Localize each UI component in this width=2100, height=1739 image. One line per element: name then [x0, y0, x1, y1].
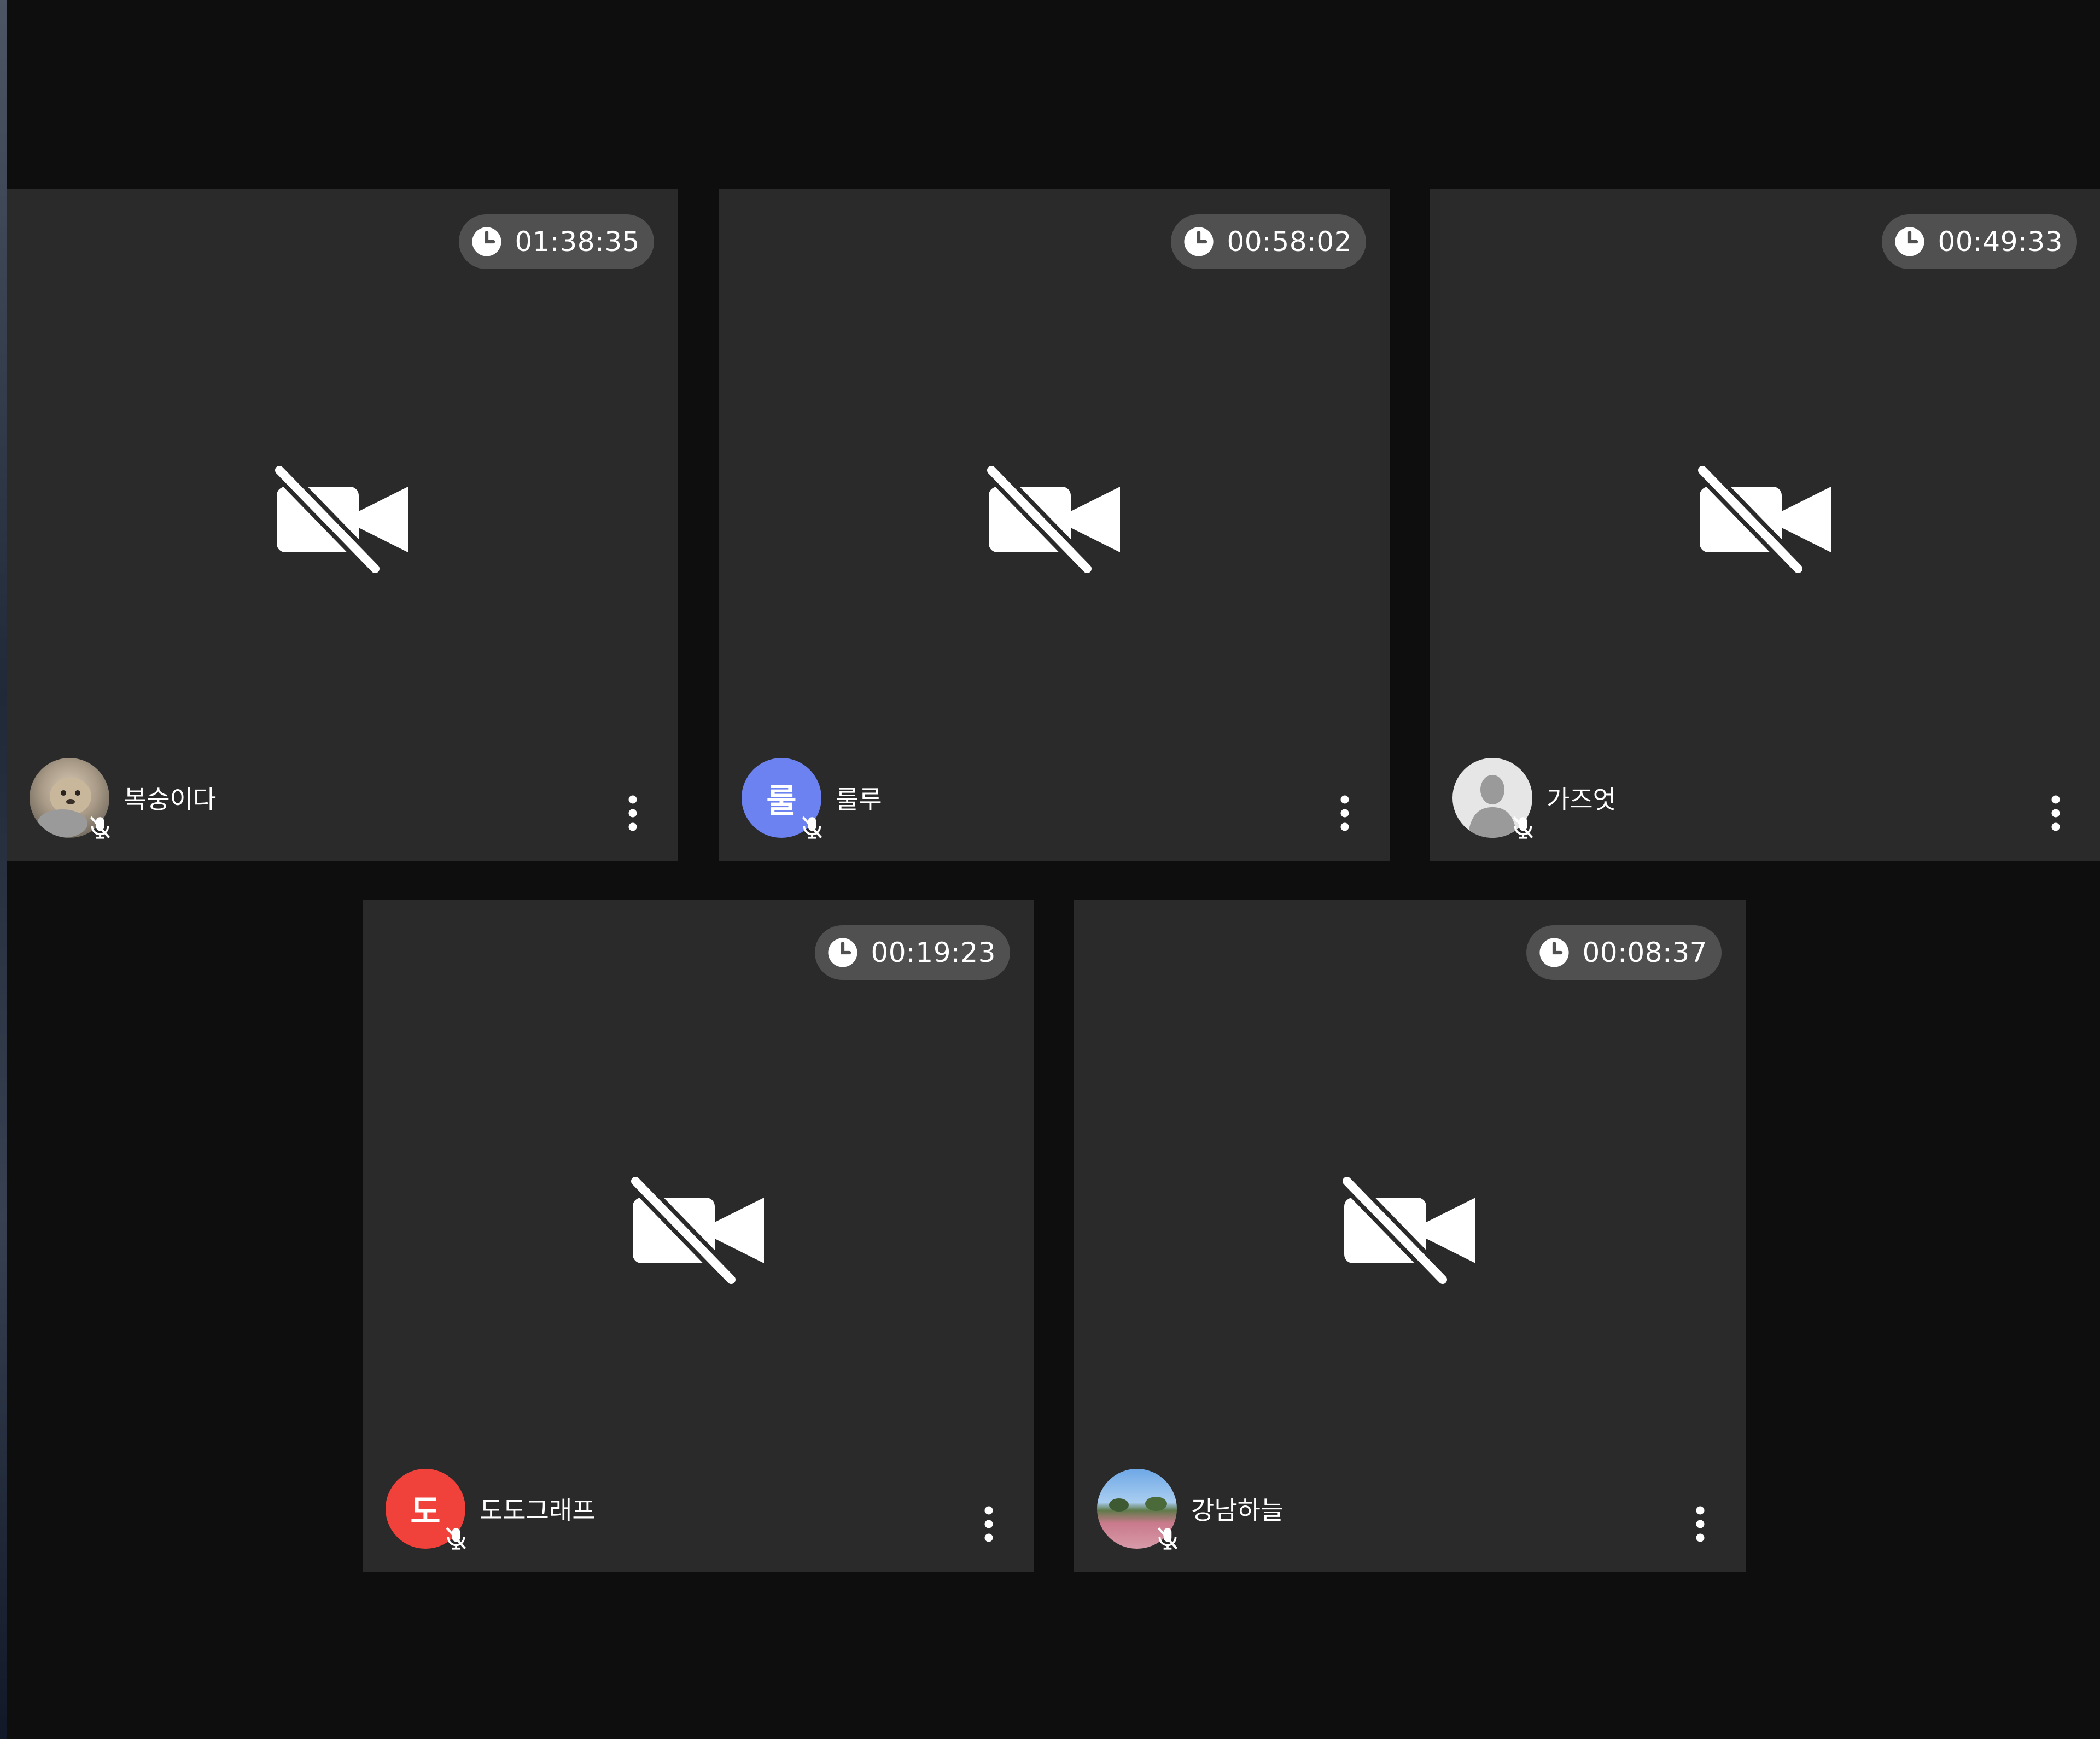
mic-off-icon: [90, 816, 110, 839]
camera-off-icon: [1696, 465, 1831, 574]
participant-tile[interactable]: 00:08:37 강남하늘: [1074, 900, 1746, 1572]
avatar: [30, 758, 110, 839]
mic-off-icon: [1513, 816, 1533, 839]
more-vertical-icon[interactable]: [981, 1505, 997, 1543]
clock-icon: [1539, 938, 1570, 967]
more-vertical-icon[interactable]: [1337, 794, 1353, 832]
participant-name: 강남하늘: [1191, 1496, 1284, 1525]
clock-icon: [472, 227, 502, 256]
avatar: [1452, 758, 1533, 839]
timer-text: 00:08:37: [1582, 937, 1707, 968]
avatar: 룰: [742, 758, 822, 839]
timer-text: 01:38:35: [515, 226, 640, 258]
timer-text: 00:49:33: [1938, 226, 2063, 258]
avatar-initial: 룰: [766, 781, 797, 820]
call-timer: 00:19:23: [815, 925, 1010, 980]
mic-off-icon: [446, 1527, 466, 1550]
call-timer: 00:49:33: [1882, 214, 2077, 269]
more-vertical-icon[interactable]: [625, 794, 641, 832]
avatar: 도: [386, 1469, 466, 1550]
more-vertical-icon[interactable]: [2048, 794, 2064, 832]
call-timer: 00:58:02: [1171, 214, 1366, 269]
participant-tile[interactable]: 01:38:35 복숭이다: [7, 189, 678, 861]
timer-text: 00:19:23: [871, 937, 996, 968]
desktop-edge: [0, 0, 7, 1739]
call-timer: 00:08:37: [1526, 925, 1722, 980]
clock-icon: [828, 938, 858, 967]
clock-icon: [1895, 227, 1925, 256]
clock-icon: [1184, 227, 1214, 256]
more-vertical-icon[interactable]: [1692, 1505, 1708, 1543]
participant-name: 도도그래프: [480, 1496, 596, 1525]
participant-name: 복숭이다: [124, 785, 217, 814]
timer-text: 00:58:02: [1227, 226, 1352, 258]
camera-off-icon: [985, 465, 1120, 574]
participant-tile[interactable]: 00:49:33 가즈엇: [1430, 189, 2100, 861]
mic-off-icon: [802, 816, 822, 839]
participant-name: 룰루: [836, 785, 882, 814]
participant-tile[interactable]: 00:58:02 룰 룰루: [719, 189, 1390, 861]
call-timer: 01:38:35: [459, 214, 654, 269]
camera-off-icon: [629, 1176, 764, 1285]
avatar: [1097, 1469, 1178, 1550]
avatar-initial: 도: [410, 1492, 441, 1531]
participant-tile[interactable]: 00:19:23 도 도도그래프: [363, 900, 1034, 1572]
participant-name: 가즈엇: [1547, 785, 1616, 814]
camera-off-icon: [273, 465, 408, 574]
camera-off-icon: [1340, 1176, 1475, 1285]
mic-off-icon: [1157, 1527, 1178, 1550]
